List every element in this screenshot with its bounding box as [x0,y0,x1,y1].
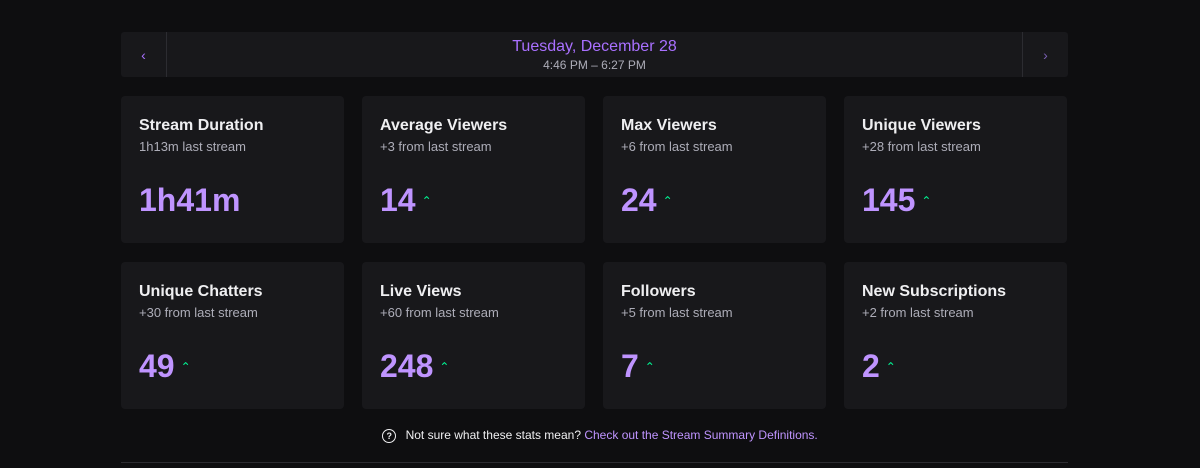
stream-date: Tuesday, December 28 [512,37,677,55]
stat-comparison: +5 from last stream [621,305,733,320]
stat-value: 1h41m [139,182,241,218]
stat-value: 14 [380,182,416,218]
chevron-left-icon: ‹ [141,46,146,63]
stat-comparison: 1h13m last stream [139,139,246,154]
next-stream-button[interactable]: › [1022,32,1068,77]
help-circle-icon: ? [382,428,397,443]
stat-title: Average Viewers [380,117,508,134]
stat-card-unique-viewers: Unique Viewers +28 from last stream 145 … [844,96,1067,243]
previous-stream-button[interactable]: ‹ [121,32,167,77]
stat-card-stream-duration: Stream Duration 1h13m last stream 1h41m [121,96,344,243]
stream-summary-definitions-link[interactable]: Check out the Stream Summary Definitions… [584,428,817,442]
stat-value: 2 [862,348,880,384]
stat-comparison: +3 from last stream [380,139,492,154]
chevron-right-icon: › [1043,46,1048,63]
stat-card-unique-chatters: Unique Chatters +30 from last stream 49 … [121,262,344,409]
stat-title: New Subscriptions [862,283,1007,300]
stats-grid: Stream Duration 1h13m last stream 1h41m … [121,96,1068,409]
date-navigator: ‹ Tuesday, December 28 4:46 PM – 6:27 PM… [121,32,1068,77]
stat-value: 145 [862,182,916,218]
stat-title: Unique Viewers [862,117,981,134]
trend-up-icon: ⌃ [439,360,450,374]
stat-title: Max Viewers [621,117,717,134]
trend-up-icon: ⌃ [421,194,432,208]
trend-up-icon: ⌃ [921,194,932,208]
stat-title: Stream Duration [139,117,264,134]
stat-card-followers: Followers +5 from last stream 7 ⌃ [603,262,826,409]
stat-value: 49 [139,348,175,384]
stat-title: Live Views [380,283,462,300]
stat-title: Unique Chatters [139,283,263,300]
trend-up-icon: ⌃ [644,360,655,374]
stat-value: 7 [621,348,639,384]
stat-comparison: +60 from last stream [380,305,499,320]
stats-help-note: ? Not sure what these stats mean? Check … [0,428,1200,443]
stat-comparison: +2 from last stream [862,305,974,320]
trend-up-icon: ⌃ [662,194,673,208]
stat-card-new-subscriptions: New Subscriptions +2 from last stream 2 … [844,262,1067,409]
stat-card-max-viewers: Max Viewers +6 from last stream 24 ⌃ [603,96,826,243]
stat-comparison: +30 from last stream [139,305,258,320]
stream-time-range: 4:46 PM – 6:27 PM [543,57,646,72]
trend-up-icon: ⌃ [180,360,191,374]
stream-summary: ‹ Tuesday, December 28 4:46 PM – 6:27 PM… [121,32,1068,409]
stat-title: Followers [621,283,696,300]
stat-card-average-viewers: Average Viewers +3 from last stream 14 ⌃ [362,96,585,243]
stat-value: 248 [380,348,434,384]
stat-card-live-views: Live Views +60 from last stream 248 ⌃ [362,262,585,409]
stat-comparison: +6 from last stream [621,139,733,154]
divider [121,462,1068,463]
stat-comparison: +28 from last stream [862,139,981,154]
stat-value: 24 [621,182,657,218]
trend-up-icon: ⌃ [885,360,896,374]
stream-date-display: Tuesday, December 28 4:46 PM – 6:27 PM [167,32,1022,77]
help-question-text: Not sure what these stats mean? [405,428,581,442]
